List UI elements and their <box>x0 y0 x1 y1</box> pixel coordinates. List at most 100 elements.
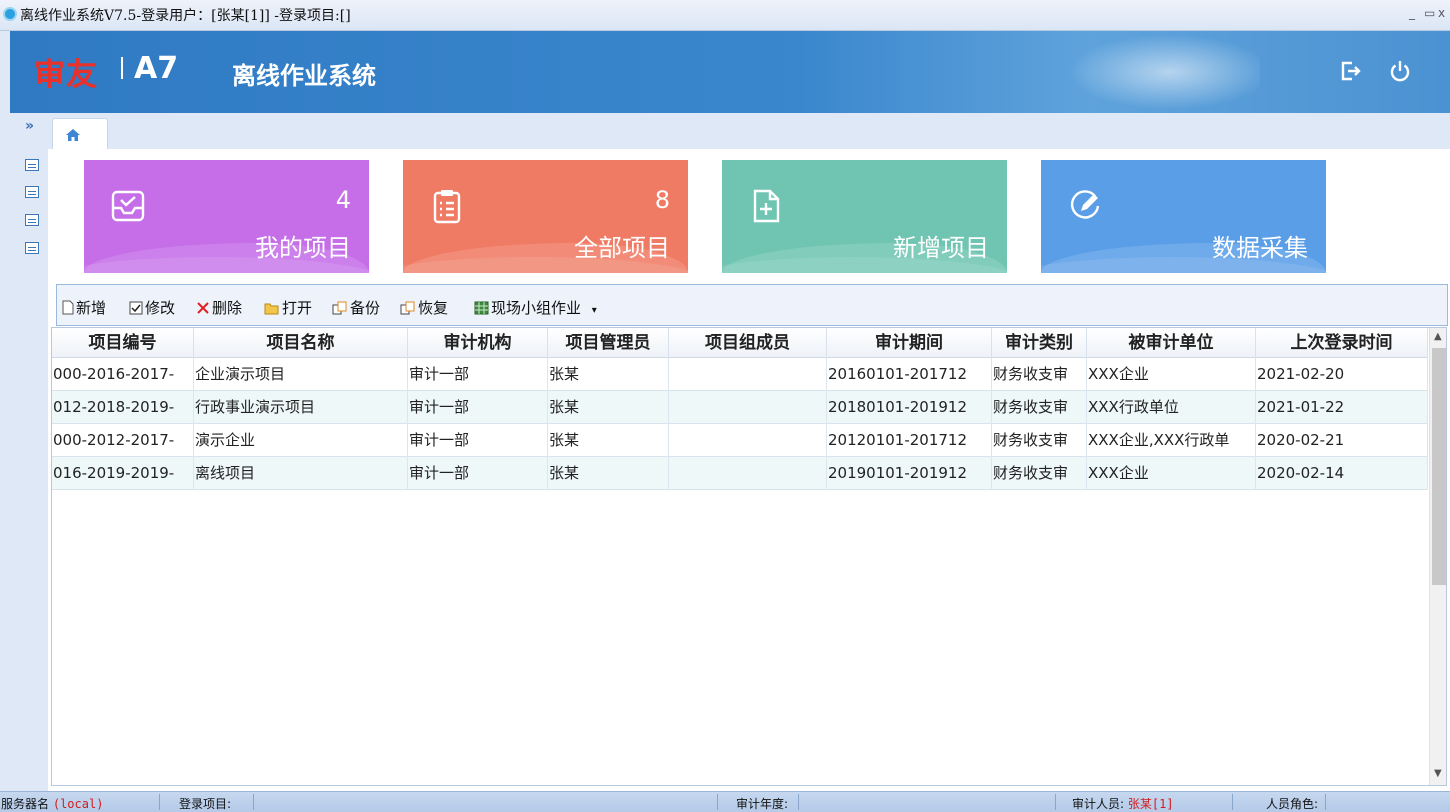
edit-button[interactable]: 修改 <box>129 297 175 318</box>
table-cell: 000-2016-2017- <box>52 358 194 391</box>
table-cell: 离线项目 <box>194 457 408 490</box>
backup-button[interactable]: 备份 <box>332 297 380 318</box>
card-label: 全部项目 <box>574 234 670 262</box>
card-label: 新增项目 <box>893 234 989 262</box>
group-work-button[interactable]: 现场小组作业 ▾ <box>474 297 597 318</box>
table-header: 项目编号 项目名称 审计机构 项目管理员 项目组成员 审计期间 审计类别 被审计单位 上次登录时… <box>52 328 1428 358</box>
app-window: 离线作业系统V7.5-登录用户：[张某[1]] -登录项目:[] _ ▭ x 审… <box>0 0 1450 812</box>
left-nav-bg <box>0 113 48 791</box>
column-header[interactable]: 审计期间 <box>827 328 992 358</box>
dropdown-arrow-icon[interactable]: ▾ <box>592 305 597 316</box>
table-cell <box>669 391 827 424</box>
table-row[interactable]: 016-2019-2019- 离线项目 审计一部 张某 20190101-201912 财… <box>52 457 1428 490</box>
table-cell: 财务收支审 <box>992 457 1087 490</box>
checkbox-icon <box>129 301 143 315</box>
card-count: 8 <box>654 186 670 214</box>
table-cell: 2020-02-21 <box>1256 424 1428 457</box>
column-header[interactable]: 上次登录时间 <box>1256 328 1428 358</box>
table-cell: 演示企业 <box>194 424 408 457</box>
card-count: 4 <box>335 186 351 214</box>
open-button[interactable]: 打开 <box>264 297 312 318</box>
table-cell: 张某 <box>548 424 669 457</box>
minimize-button[interactable]: _ <box>1409 6 1415 20</box>
card-new-project[interactable]: 新增项目 <box>722 160 1007 273</box>
power-icon[interactable] <box>1388 59 1412 83</box>
new-file-icon <box>753 189 780 223</box>
tree-icon[interactable] <box>25 242 39 254</box>
system-name: 离线作业系统 <box>232 62 376 90</box>
title-bar: 离线作业系统V7.5-登录用户：[张某[1]] -登录项目:[] _ ▭ x <box>0 0 1450 31</box>
column-header[interactable]: 审计机构 <box>408 328 548 358</box>
table-cell: 财务收支审 <box>992 358 1087 391</box>
expand-nav-button[interactable]: » <box>25 118 34 134</box>
project-status: 登录项目: <box>179 797 232 811</box>
card-all-projects[interactable]: 8 全部项目 <box>403 160 688 273</box>
table-cell: 000-2012-2017- <box>52 424 194 457</box>
tree-icon[interactable] <box>25 159 39 171</box>
product-name: A7 <box>134 51 179 86</box>
table-cell: 012-2018-2019- <box>52 391 194 424</box>
table-cell: 审计一部 <box>408 424 548 457</box>
restore-button[interactable]: ▭ <box>1424 6 1435 20</box>
banner-decoration <box>1060 31 1260 113</box>
table-cell: 张某 <box>548 358 669 391</box>
logout-icon[interactable] <box>1338 59 1362 83</box>
table-cell: 企业演示项目 <box>194 358 408 391</box>
card-label: 我的项目 <box>255 234 351 262</box>
table-cell: XXX企业,XXX行政单 <box>1087 424 1256 457</box>
table-cell: 2021-01-22 <box>1256 391 1428 424</box>
column-header[interactable]: 项目编号 <box>52 328 194 358</box>
restore-icon <box>400 301 415 315</box>
table-cell: 财务收支审 <box>992 391 1087 424</box>
table-cell: XXX企业 <box>1087 358 1256 391</box>
card-data-collection[interactable]: 数据采集 <box>1041 160 1326 273</box>
table-cell: 20180101-201912 <box>827 391 992 424</box>
close-button[interactable]: x <box>1438 6 1445 20</box>
delete-button[interactable]: 删除 <box>196 297 242 318</box>
clipboard-icon <box>433 190 461 224</box>
home-icon <box>66 129 80 141</box>
home-tab[interactable] <box>52 118 108 149</box>
table-cell: XXX行政单位 <box>1087 391 1256 424</box>
auditor-status: 审计人员: 张某[1] <box>1072 797 1174 811</box>
projects-table: 项目编号 项目名称 审计机构 项目管理员 项目组成员 审计期间 审计类别 被审计单位 上次登录时… <box>51 327 1447 786</box>
window-title: 离线作业系统V7.5-登录用户：[张某[1]] -登录项目:[] <box>20 8 351 24</box>
table-cell <box>669 457 827 490</box>
grid-icon <box>474 301 489 315</box>
edit-icon <box>1070 190 1100 219</box>
tree-icon[interactable] <box>25 186 39 198</box>
folder-icon <box>264 303 279 315</box>
table-cell: 016-2019-2019- <box>52 457 194 490</box>
table-row[interactable]: 012-2018-2019- 行政事业演示项目 审计一部 张某 20180101-201… <box>52 391 1428 424</box>
column-header[interactable]: 项目组成员 <box>669 328 827 358</box>
delete-icon <box>197 302 209 314</box>
table-cell <box>669 424 827 457</box>
vertical-scrollbar[interactable]: ▲ ▼ <box>1429 328 1446 785</box>
new-button[interactable]: 新增 <box>62 297 106 318</box>
scroll-down-icon[interactable]: ▼ <box>1434 768 1442 779</box>
table-cell: 张某 <box>548 457 669 490</box>
header-banner: 审友 A7 离线作业系统 <box>10 31 1450 113</box>
column-header[interactable]: 被审计单位 <box>1087 328 1256 358</box>
table-row[interactable]: 000-2012-2017- 演示企业 审计一部 张某 20120101-201712 财… <box>52 424 1428 457</box>
backup-icon <box>332 301 347 315</box>
table-cell: 审计一部 <box>408 457 548 490</box>
status-bar: 服务器名 (local) 登录项目: 审计年度: 审计人员: 张某[1] 人员角… <box>0 791 1450 812</box>
restore-button[interactable]: 恢复 <box>400 297 448 318</box>
scroll-thumb[interactable] <box>1432 348 1446 585</box>
table-cell: 审计一部 <box>408 358 548 391</box>
table-row[interactable]: 000-2016-2017- 企业演示项目 审计一部 张某 20160101-20171… <box>52 358 1428 391</box>
table-cell: 2020-02-14 <box>1256 457 1428 490</box>
tree-icon[interactable] <box>25 214 39 226</box>
table-cell: XXX企业 <box>1087 457 1256 490</box>
column-header[interactable]: 项目管理员 <box>548 328 669 358</box>
tab-strip <box>48 113 1450 149</box>
role-status: 人员角色: <box>1266 797 1319 811</box>
table-cell: 20160101-201712 <box>827 358 992 391</box>
column-header[interactable]: 项目名称 <box>194 328 408 358</box>
table-cell: 审计一部 <box>408 391 548 424</box>
card-my-projects[interactable]: 4 我的项目 <box>84 160 369 273</box>
column-header[interactable]: 审计类别 <box>992 328 1087 358</box>
table-cell <box>669 358 827 391</box>
scroll-up-icon[interactable]: ▲ <box>1434 331 1442 342</box>
